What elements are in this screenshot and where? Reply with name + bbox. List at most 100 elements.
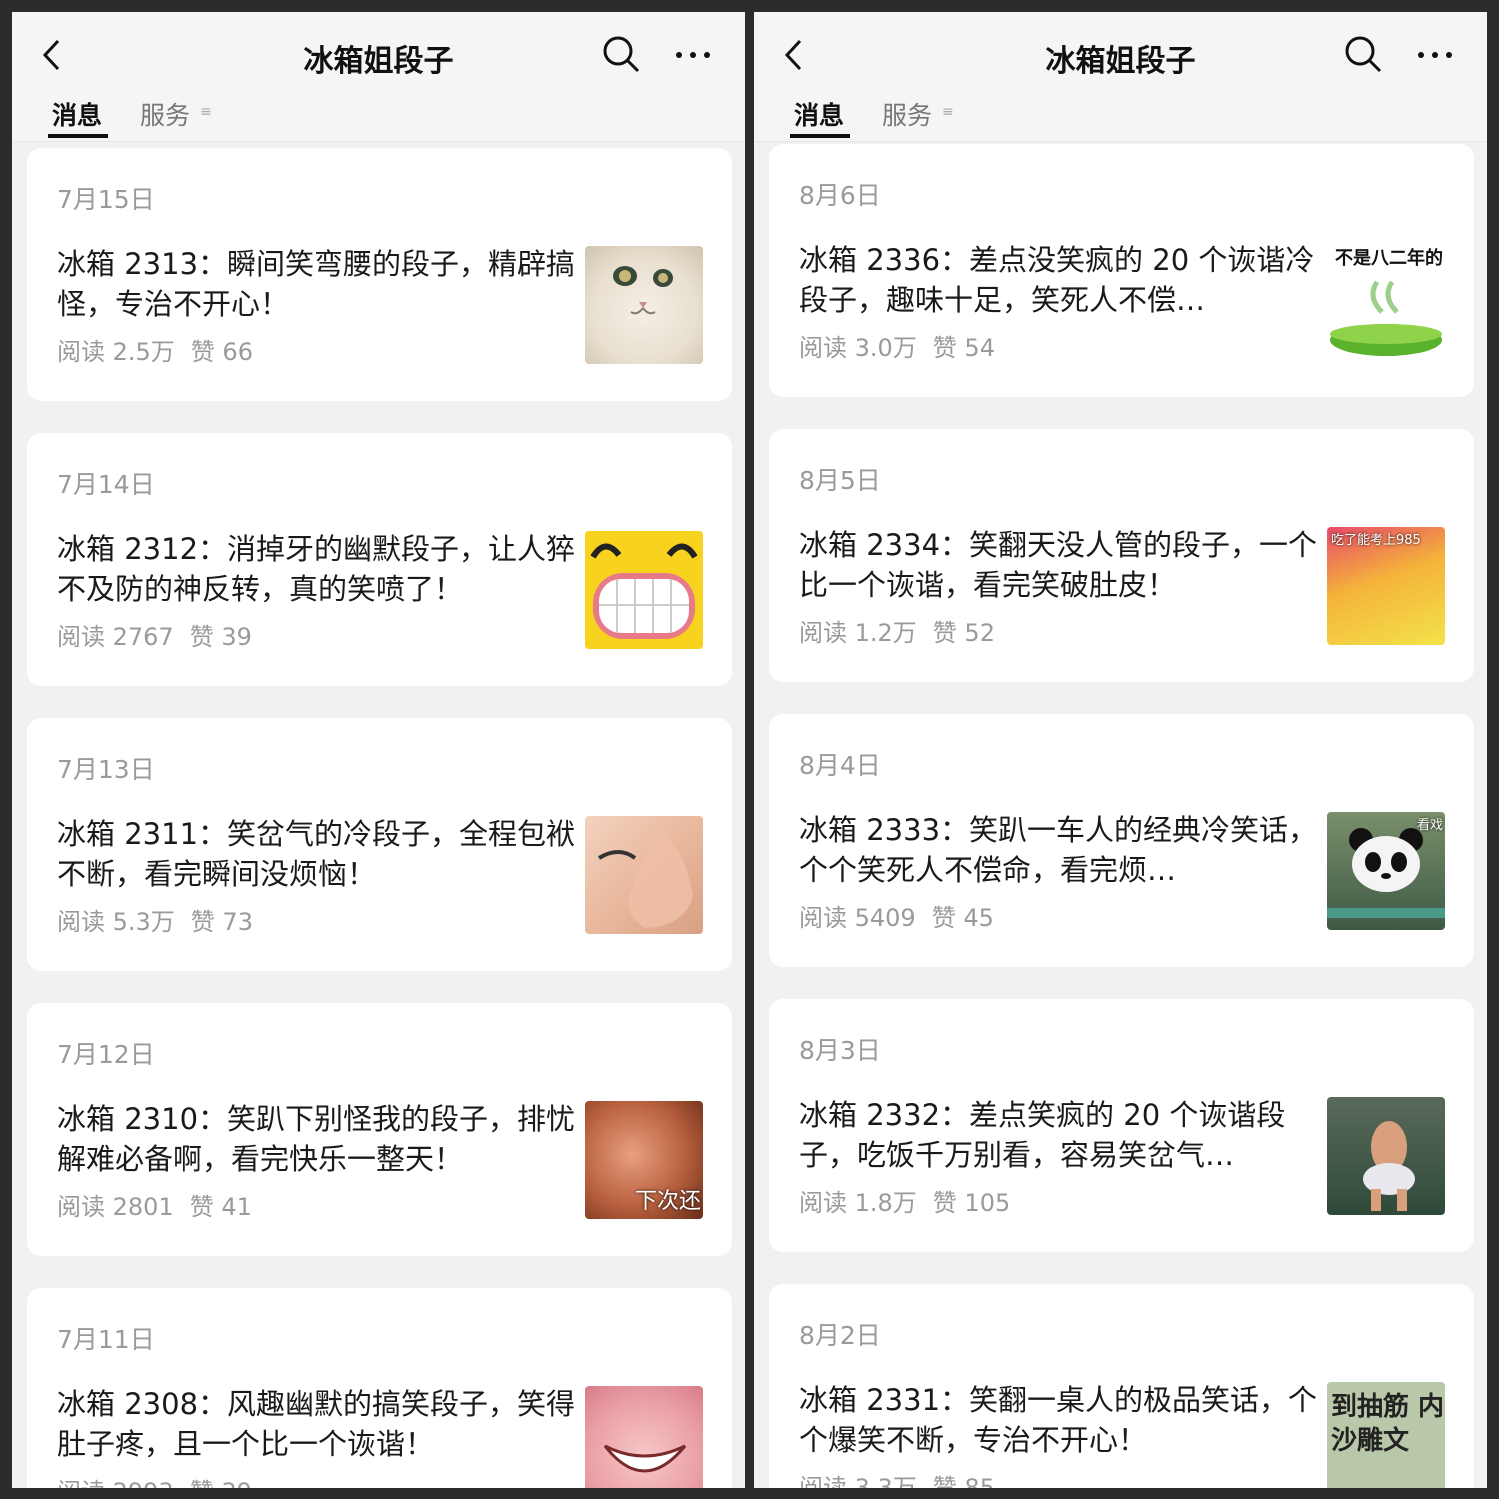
like-count: 赞 85 bbox=[932, 1474, 995, 1488]
article-card[interactable]: 7月15日 冰箱 2313：瞬间笑弯腰的段子，精辟搞怪，专治不开心！ 阅读 2.… bbox=[27, 148, 732, 401]
article-list: 8月6日 冰箱 2336：差点没笑疯的 20 个诙谐冷段子，趣味十足，笑死人不偿… bbox=[769, 144, 1474, 1488]
article-card[interactable]: 7月14日 冰箱 2312：消掉牙的幽默段子，让人猝不及防的神反转，真的笑喷了！… bbox=[27, 433, 732, 686]
tab-messages[interactable]: 消息 bbox=[52, 96, 102, 132]
thumbnail-caption: 到抽筋 内沙雕文 bbox=[1331, 1392, 1445, 1456]
read-count: 阅读 3.3万 bbox=[799, 1474, 917, 1488]
article-title[interactable]: 冰箱 2336：差点没笑疯的 20 个诙谐冷段子，趣味十足，笑死人不偿… bbox=[799, 240, 1319, 320]
tab-bar: 消息 服务 ≡ bbox=[12, 96, 745, 142]
article-stats: 阅读 1.8万赞 105 bbox=[799, 1183, 1010, 1218]
menu-icon: ≡ bbox=[200, 104, 212, 120]
article-title[interactable]: 冰箱 2313：瞬间笑弯腰的段子，精辟搞怪，专治不开心！ bbox=[57, 244, 577, 324]
like-count: 赞 54 bbox=[932, 334, 995, 362]
article-stats: 阅读 5.3万赞 73 bbox=[57, 902, 253, 937]
exam-poster-thumbnail[interactable]: 吃了能考上985 bbox=[1327, 527, 1445, 645]
like-count: 赞 73 bbox=[190, 908, 253, 936]
article-date: 8月2日 bbox=[799, 1321, 881, 1350]
like-count: 赞 105 bbox=[932, 1189, 1011, 1217]
text-meme-thumbnail[interactable]: 到抽筋 内沙雕文 bbox=[1327, 1382, 1445, 1488]
read-count: 阅读 5.3万 bbox=[57, 908, 175, 936]
article-list: 7月15日 冰箱 2313：瞬间笑弯腰的段子，精辟搞怪，专治不开心！ 阅读 2.… bbox=[27, 148, 732, 1488]
grin-emoji-icon bbox=[585, 531, 703, 649]
article-date: 7月13日 bbox=[57, 755, 155, 784]
more-options-icon[interactable] bbox=[1415, 40, 1455, 70]
dancer-thumbnail[interactable] bbox=[1327, 1097, 1445, 1215]
thumbnail-caption: 下次还 bbox=[634, 1189, 701, 1214]
article-title[interactable]: 冰箱 2310：笑趴下别怪我的段子，排忧解难必备啊，看完快乐一整天！ bbox=[57, 1099, 577, 1179]
grin-emoji-thumbnail[interactable] bbox=[585, 531, 703, 649]
thumbnail-caption: 吃了能考上985 bbox=[1331, 533, 1421, 548]
tab-messages[interactable]: 消息 bbox=[794, 96, 844, 132]
article-card[interactable]: 8月2日 冰箱 2331：笑翻一桌人的极品笑话，个个爆笑不断，专治不开心！ 阅读… bbox=[769, 1284, 1474, 1488]
article-title[interactable]: 冰箱 2332：差点笑疯的 20 个诙谐段子，吃饭千万别看，容易笑岔气… bbox=[799, 1095, 1319, 1175]
article-date: 8月4日 bbox=[799, 751, 881, 780]
read-count: 阅读 5409 bbox=[799, 904, 916, 932]
article-date: 8月5日 bbox=[799, 466, 881, 495]
dancer-figure-icon bbox=[1363, 1121, 1415, 1211]
article-stats: 阅读 5409 赞 45 bbox=[799, 898, 994, 933]
article-title[interactable]: 冰箱 2334：笑翻天没人管的段子，一个比一个诙谐，看完笑破肚皮！ bbox=[799, 525, 1319, 605]
laughing-kid-thumbnail[interactable] bbox=[585, 1386, 703, 1488]
read-count: 阅读 2801 bbox=[57, 1193, 174, 1221]
read-count: 阅读 2993 bbox=[57, 1478, 174, 1488]
article-title[interactable]: 冰箱 2333：笑趴一车人的经典冷笑话，个个笑死人不偿命，看完烦… bbox=[799, 810, 1319, 890]
article-title[interactable]: 冰箱 2311：笑岔气的冷段子，全程包袱不断，看完瞬间没烦恼！ bbox=[57, 814, 577, 894]
article-date: 7月14日 bbox=[57, 470, 155, 499]
article-card[interactable]: 8月4日 冰箱 2333：笑趴一车人的经典冷笑话，个个笑死人不偿命，看完烦… 阅… bbox=[769, 714, 1474, 967]
like-count: 赞 39 bbox=[189, 623, 252, 651]
tab-services[interactable]: 服务 bbox=[140, 96, 190, 132]
read-count: 阅读 1.8万 bbox=[799, 1189, 917, 1217]
right-phone-screen: 冰箱姐段子 消息 服务 ≡ 8月6日 冰箱 2336：差点没笑疯的 20 个诙谐… bbox=[754, 12, 1487, 1488]
cat-photo-thumbnail[interactable] bbox=[585, 246, 703, 364]
article-date: 7月11日 bbox=[57, 1325, 155, 1354]
more-options-icon[interactable] bbox=[673, 40, 713, 70]
menu-icon: ≡ bbox=[942, 104, 954, 120]
article-date: 7月15日 bbox=[57, 185, 155, 214]
like-count: 赞 39 bbox=[190, 1478, 252, 1488]
search-icon[interactable] bbox=[601, 34, 641, 74]
article-card[interactable]: 7月12日 冰箱 2310：笑趴下别怪我的段子，排忧解难必备啊，看完快乐一整天！… bbox=[27, 1003, 732, 1256]
thumbnail-caption: 不是八二年的 bbox=[1335, 248, 1443, 269]
baby-eye-icon bbox=[597, 826, 693, 928]
crying-kid-thumbnail[interactable]: 下次还 bbox=[585, 1101, 703, 1219]
active-tab-indicator bbox=[790, 134, 850, 138]
article-title[interactable]: 冰箱 2308：风趣幽默的搞笑段子，笑得肚子疼，且一个比一个诙谐！ bbox=[57, 1384, 577, 1464]
article-title[interactable]: 冰箱 2331：笑翻一桌人的极品笑话，个个爆笑不断，专治不开心！ bbox=[799, 1380, 1319, 1460]
article-stats: 阅读 3.0万赞 54 bbox=[799, 328, 995, 363]
cat-face-icon bbox=[613, 266, 673, 315]
article-stats: 阅读 2993 赞 39 bbox=[57, 1472, 252, 1488]
article-date: 7月12日 bbox=[57, 1040, 155, 1069]
article-card[interactable]: 8月5日 冰箱 2334：笑翻天没人管的段子，一个比一个诙谐，看完笑破肚皮！ 阅… bbox=[769, 429, 1474, 682]
search-icon[interactable] bbox=[1343, 34, 1383, 74]
article-card[interactable]: 7月13日 冰箱 2311：笑岔气的冷段子，全程包袱不断，看完瞬间没烦恼！ 阅读… bbox=[27, 718, 732, 971]
green-tea-thumbnail[interactable]: 不是八二年的 bbox=[1327, 242, 1445, 360]
read-count: 阅读 1.2万 bbox=[799, 619, 917, 647]
article-stats: 阅读 2.5万赞 66 bbox=[57, 332, 253, 367]
tab-services[interactable]: 服务 bbox=[882, 96, 932, 132]
like-count: 赞 52 bbox=[932, 619, 995, 647]
left-phone-screen: 冰箱姐段子 消息 服务 ≡ 7月15日 冰箱 2313：瞬间笑弯腰的段子，精辟搞… bbox=[12, 12, 745, 1488]
panda-thumbnail[interactable]: 看戏 bbox=[1327, 812, 1445, 930]
like-count: 赞 41 bbox=[189, 1193, 252, 1221]
read-count: 阅读 2767 bbox=[57, 623, 174, 651]
article-date: 8月6日 bbox=[799, 181, 881, 210]
article-title[interactable]: 冰箱 2312：消掉牙的幽默段子，让人猝不及防的神反转，真的笑喷了！ bbox=[57, 529, 577, 609]
article-card[interactable]: 8月3日 冰箱 2332：差点笑疯的 20 个诙谐段子，吃饭千万别看，容易笑岔气… bbox=[769, 999, 1474, 1252]
tab-bar: 消息 服务 ≡ bbox=[754, 96, 1487, 142]
article-card[interactable]: 7月11日 冰箱 2308：风趣幽默的搞笑段子，笑得肚子疼，且一个比一个诙谐！ … bbox=[27, 1288, 732, 1488]
laughing-mouth-icon bbox=[603, 1444, 687, 1473]
like-count: 赞 66 bbox=[190, 338, 253, 366]
article-stats: 阅读 2767 赞 39 bbox=[57, 617, 252, 652]
baby-hand-thumbnail[interactable] bbox=[585, 816, 703, 934]
article-stats: 阅读 2801 赞 41 bbox=[57, 1187, 252, 1222]
article-stats: 阅读 1.2万赞 52 bbox=[799, 613, 995, 648]
thumbnail-caption: 看戏 bbox=[1416, 818, 1443, 833]
article-stats: 阅读 3.3万 赞 85 bbox=[799, 1468, 995, 1488]
active-tab-indicator bbox=[48, 134, 108, 138]
article-date: 8月3日 bbox=[799, 1036, 881, 1065]
article-card[interactable]: 8月6日 冰箱 2336：差点没笑疯的 20 个诙谐冷段子，趣味十足，笑死人不偿… bbox=[769, 144, 1474, 397]
like-count: 赞 45 bbox=[931, 904, 994, 932]
top-bar: 冰箱姐段子 bbox=[754, 12, 1487, 96]
read-count: 阅读 2.5万 bbox=[57, 338, 175, 366]
top-bar: 冰箱姐段子 bbox=[12, 12, 745, 96]
read-count: 阅读 3.0万 bbox=[799, 334, 917, 362]
